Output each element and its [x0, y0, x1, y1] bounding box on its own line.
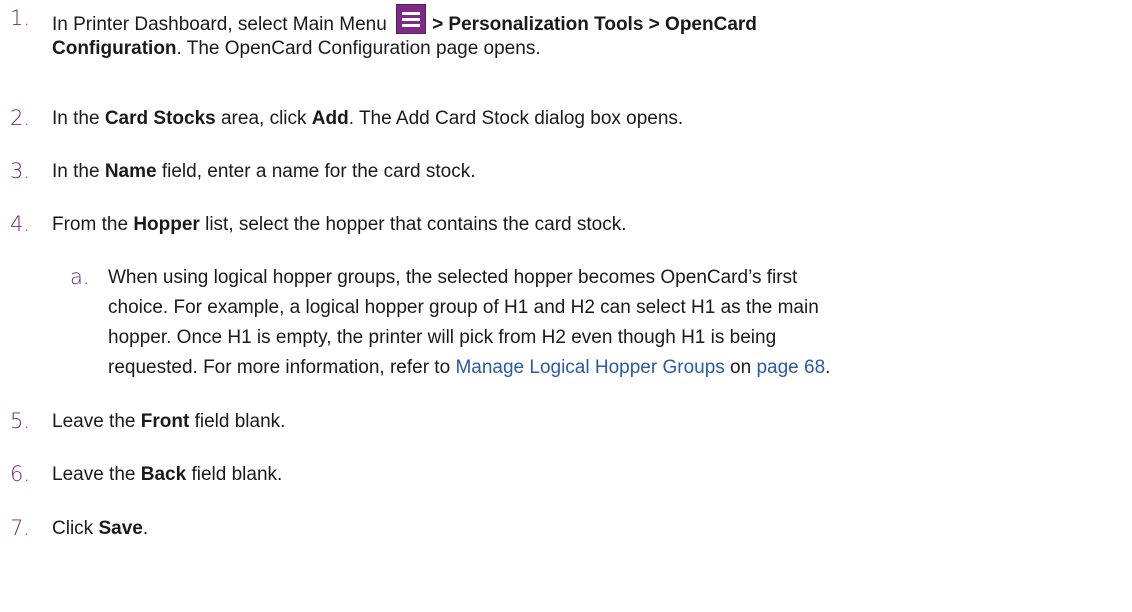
- step-number: 4.: [10, 212, 31, 236]
- page-68-link[interactable]: page 68: [756, 357, 825, 378]
- step-text: In the Card Stocks area, click Add. The …: [52, 104, 1122, 134]
- back-label: Back: [140, 464, 187, 485]
- step-text: From the Hopper list, select the hopper …: [52, 210, 1122, 240]
- step-text-part: requested. For more information, refer t…: [108, 357, 456, 378]
- step-text-part: . The OpenCard Configuration page opens.: [176, 38, 541, 59]
- save-label: Save: [98, 518, 143, 539]
- menu-path: > Personalization Tools > OpenCard: [432, 14, 757, 35]
- substep-line-4: requested. For more information, refer t…: [108, 353, 1126, 383]
- substep-letter: a.: [70, 265, 90, 289]
- step-text-part: area, click: [215, 108, 312, 129]
- step-text-part: field blank.: [189, 411, 286, 432]
- step-text-part: field, enter a name for the card stock.: [156, 161, 476, 182]
- step-number: 1.: [10, 6, 31, 30]
- step-text-part: .: [142, 518, 149, 539]
- step-text-part: field blank.: [186, 464, 283, 485]
- step-text-part: on: [724, 357, 757, 378]
- step-text: Leave the Back field blank.: [52, 460, 1122, 490]
- step-number: 6.: [10, 462, 31, 486]
- step-text-part: Leave the: [52, 411, 141, 432]
- step-number: 2.: [10, 106, 31, 130]
- menu-path-end: Configuration: [52, 38, 177, 59]
- add-label: Add: [311, 108, 349, 129]
- step-number: 3.: [10, 159, 31, 183]
- hopper-label: Hopper: [133, 214, 200, 235]
- front-label: Front: [140, 411, 190, 432]
- step-text-part: In the: [52, 161, 105, 182]
- substep-line-1: When using logical hopper groups, the se…: [108, 267, 798, 288]
- step-text-part: .: [825, 357, 831, 378]
- step-text: Leave the Front field blank.: [52, 407, 1122, 437]
- step-text-part: . The Add Card Stock dialog box opens.: [348, 108, 684, 129]
- card-stocks-label: Card Stocks: [104, 108, 216, 129]
- substep-line-2: choice. For example, a logical hopper gr…: [108, 297, 819, 318]
- step-text-part: In the: [52, 108, 105, 129]
- step-number: 7.: [10, 516, 31, 540]
- step-text: Click Save.: [52, 514, 1122, 544]
- name-label: Name: [104, 161, 157, 182]
- substep-line-3: hopper. Once H1 is empty, the printer wi…: [108, 327, 777, 348]
- step-text-part: Leave the: [52, 464, 141, 485]
- step-text: In the Name field, enter a name for the …: [52, 157, 1122, 187]
- step-text-part: In Printer Dashboard, select Main Menu: [52, 14, 393, 35]
- step-text-part: From the: [52, 214, 134, 235]
- manage-logical-hopper-groups-link[interactable]: Manage Logical Hopper Groups: [455, 357, 724, 378]
- step-number: 5.: [10, 409, 31, 433]
- step-text-line2: Configuration. The OpenCard Configuratio…: [52, 34, 1122, 64]
- step-text-part: list, select the hopper that contains th…: [199, 214, 627, 235]
- hamburger-menu-icon: [396, 4, 427, 34]
- step-text-part: Click: [52, 518, 99, 539]
